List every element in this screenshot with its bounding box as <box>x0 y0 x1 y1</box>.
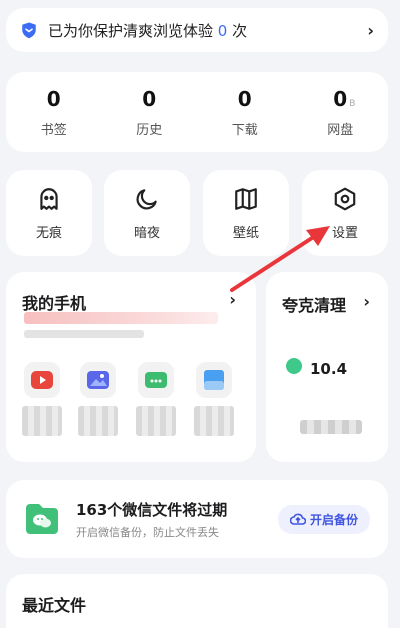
tile-settings[interactable]: 设置 <box>302 170 388 256</box>
moon-icon <box>136 188 157 209</box>
app-label-blurred <box>194 406 234 436</box>
app-label-blurred <box>22 406 62 436</box>
wechat-subtitle: 开启微信备份，防止文件丢失 <box>76 525 219 539</box>
storage-dot-icon <box>286 358 302 374</box>
stats-card: 0 书签 0 历史 0 下载 0B 网盘 <box>6 72 388 152</box>
document-category[interactable] <box>196 362 232 398</box>
protection-suffix: 次 <box>232 21 248 40</box>
book-icon <box>235 187 257 210</box>
storage-text-blurred <box>24 330 144 338</box>
settings-hexagon-icon <box>334 187 356 210</box>
clean-detail-blurred <box>300 420 362 434</box>
tile-incognito[interactable]: 无痕 <box>6 170 92 256</box>
recent-files-card[interactable]: 最近文件 <box>6 574 388 628</box>
wechat-texts: 163个微信文件将过期 开启微信备份，防止文件丢失 <box>76 499 278 540</box>
stat-label: 书签 <box>40 122 67 138</box>
tile-label: 壁纸 <box>232 225 259 241</box>
stat-downloads[interactable]: 0 下载 <box>197 72 293 152</box>
protection-prefix: 已为你保护清爽浏览体验 <box>48 21 214 40</box>
enable-backup-label: 开启备份 <box>309 512 358 527</box>
ghost-icon <box>40 187 58 210</box>
tile-label: 暗夜 <box>133 225 160 241</box>
shield-icon <box>22 22 36 39</box>
stat-value: 0 <box>142 86 157 111</box>
storage-bar-blurred <box>24 312 218 324</box>
recent-files-title: 最近文件 <box>22 596 87 615</box>
my-phone-title: 我的手机 <box>22 294 87 313</box>
document-icon <box>204 370 224 390</box>
chevron-right-icon: › <box>363 292 370 311</box>
app-label-blurred <box>136 406 176 436</box>
stat-history[interactable]: 0 历史 <box>102 72 198 152</box>
video-category[interactable] <box>24 362 60 398</box>
protection-banner[interactable]: 已为你保护清爽浏览体验 0 次 › <box>6 8 388 52</box>
clean-value: 10.4 <box>310 360 348 378</box>
stat-unit: B <box>349 98 356 109</box>
chevron-right-icon: › <box>367 20 374 40</box>
stat-value: 0 <box>237 86 252 111</box>
video-icon <box>31 371 53 389</box>
tile-label: 设置 <box>331 225 358 241</box>
stat-label: 网盘 <box>327 122 354 138</box>
stat-value: 0 <box>46 86 61 111</box>
my-phone-card[interactable]: 我的手机 › <box>6 272 256 462</box>
stat-label: 下载 <box>231 122 258 138</box>
protection-text: 已为你保护清爽浏览体验 0 次 <box>48 20 367 41</box>
tile-wallpaper[interactable]: 壁纸 <box>203 170 289 256</box>
chevron-right-icon: › <box>229 290 236 309</box>
wechat-backup-card[interactable]: 163个微信文件将过期 开启微信备份，防止文件丢失 开启备份 <box>6 480 388 558</box>
enable-backup-button[interactable]: 开启备份 <box>277 504 370 534</box>
package-category[interactable] <box>138 362 174 398</box>
stat-bookmarks[interactable]: 0 书签 <box>6 72 102 152</box>
package-icon <box>145 372 167 388</box>
quark-clean-title: 夸克清理 <box>282 296 347 315</box>
tile-label: 无痕 <box>35 225 62 241</box>
image-icon <box>87 371 109 389</box>
stat-cloud-drive[interactable]: 0B 网盘 <box>293 72 389 152</box>
wechat-folder-icon <box>26 504 58 534</box>
cloud-upload-icon <box>289 513 306 525</box>
quark-clean-card[interactable]: 夸克清理 › 10.4 <box>266 272 388 462</box>
protection-count: 0 <box>217 21 228 40</box>
stat-value: 0B <box>333 86 356 111</box>
stat-label: 历史 <box>136 122 163 138</box>
tile-night-mode[interactable]: 暗夜 <box>104 170 190 256</box>
image-category[interactable] <box>80 362 116 398</box>
app-label-blurred <box>78 406 118 436</box>
wechat-title: 163个微信文件将过期 <box>76 500 228 519</box>
